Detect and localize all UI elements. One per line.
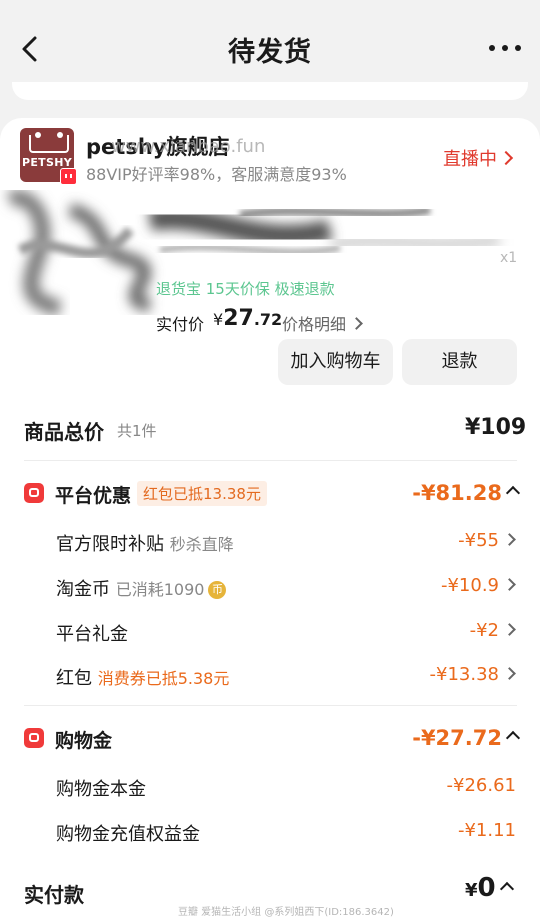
shopping-gold-toggle[interactable]: -¥27.72 <box>412 726 521 750</box>
shopping-gold-principal-value: -¥26.61 <box>446 775 516 796</box>
platform-discount-value: -¥81.28 <box>412 481 502 505</box>
previous-card-edge <box>12 82 528 100</box>
item-count: 共1件 <box>117 422 157 440</box>
chevron-right-icon <box>503 667 516 680</box>
chevron-up-icon <box>505 485 521 501</box>
live-label: 直播中 <box>443 149 497 170</box>
divider <box>24 705 517 706</box>
subsidy-value-link[interactable]: -¥55 <box>458 530 516 551</box>
platform-item: 红包 消费券已抵5.38元 <box>56 668 230 689</box>
add-to-cart-button[interactable]: 加入购物车 <box>278 339 393 385</box>
chevron-up-icon <box>505 730 521 746</box>
logo-face-icon <box>29 132 69 153</box>
platform-discount-title: 平台优惠 <box>55 485 132 507</box>
final-payment-value: 0 <box>477 873 496 903</box>
red-packet-value-link[interactable]: -¥13.38 <box>430 664 516 685</box>
shop-rating: 88VIP好评率98%，客服满意度93% <box>86 165 347 184</box>
service-tags[interactable]: 退货宝 15天价保 极速退款 <box>156 278 335 299</box>
platform-item: 官方限时补贴 秒杀直降 <box>56 534 234 555</box>
chevron-right-icon <box>503 623 516 636</box>
product-quantity: x1 <box>500 250 518 266</box>
final-payment-toggle[interactable]: ¥0 <box>465 873 514 903</box>
page-title: 待发货 <box>228 37 312 68</box>
refund-button[interactable]: 退款 <box>402 339 517 385</box>
live-streaming-link[interactable]: 直播中 <box>443 145 514 171</box>
footer-watermark: 豆瓣 爱猫生活小组 @系列姐西下(ID:186.3642) <box>178 907 394 918</box>
chevron-up-icon <box>499 881 514 897</box>
platform-discount-toggle[interactable]: -¥81.28 <box>412 481 521 505</box>
more-options-icon[interactable] <box>486 38 524 58</box>
shopping-gold-icon <box>24 728 44 748</box>
divider <box>24 460 517 461</box>
coin-value-link[interactable]: -¥10.9 <box>441 575 516 596</box>
watermark: www.xianbao.fun <box>111 136 266 157</box>
shopping-gold-bonus-value: -¥1.11 <box>457 820 516 841</box>
total-price-label: 商品总价 <box>24 420 104 444</box>
red-packet-tag: 红包已抵13.38元 <box>137 481 267 506</box>
shopping-gold-item: 购物金本金 <box>56 779 146 800</box>
platform-discount-icon <box>24 483 44 503</box>
chevron-right-icon <box>498 150 514 166</box>
gift-value-link[interactable]: -¥2 <box>470 620 516 641</box>
total-price-value: ¥109 <box>465 415 527 440</box>
coin-icon: 币 <box>208 581 227 599</box>
actual-price-label: 实付价 <box>156 315 205 334</box>
actual-price-value: ¥27.72 <box>213 306 283 331</box>
final-payment-label: 实付款 <box>24 883 84 907</box>
platform-item: 平台礼金 <box>56 624 128 645</box>
shopping-gold-title: 购物金 <box>55 730 113 752</box>
chevron-right-icon <box>503 533 516 546</box>
price-detail-link[interactable]: 价格明细 <box>282 311 363 335</box>
live-badge-icon <box>60 168 77 185</box>
chevron-right-icon <box>503 578 516 591</box>
platform-item: 淘金币 已消耗1090 币 <box>56 575 227 601</box>
chevron-right-icon <box>350 317 363 330</box>
shopping-gold-value: -¥27.72 <box>412 726 502 750</box>
shopping-gold-item: 购物金充值权益金 <box>56 824 200 845</box>
